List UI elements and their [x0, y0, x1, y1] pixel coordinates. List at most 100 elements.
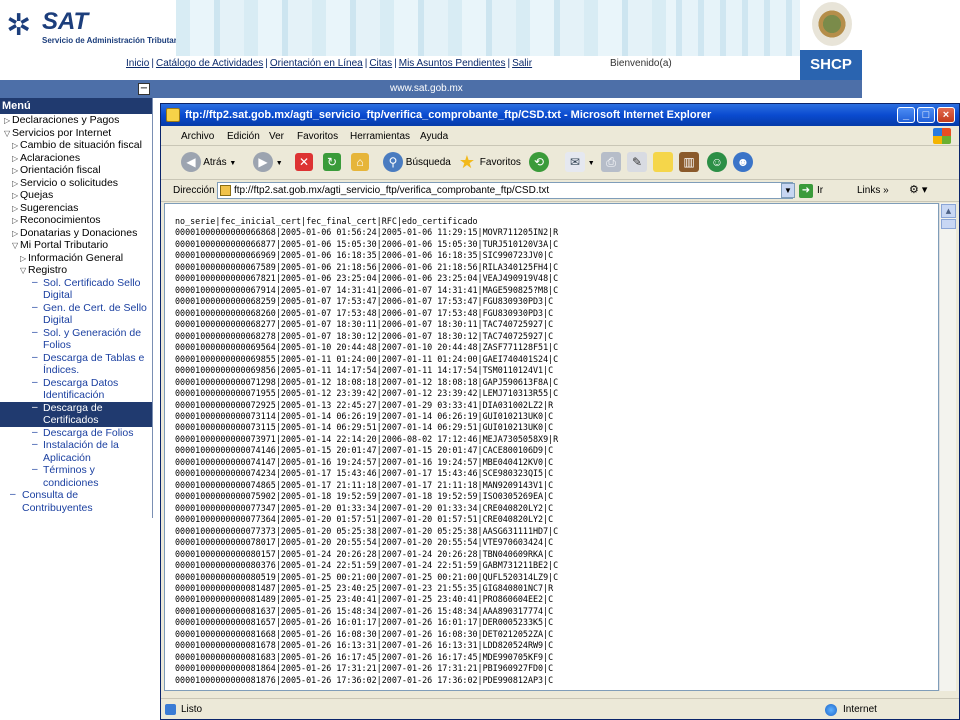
sidebar-item-label: Descarga de — [43, 401, 103, 414]
sidebar-item[interactable]: Folios — [0, 339, 152, 352]
sidebar-item[interactable]: Identificación — [0, 389, 152, 402]
people-button[interactable]: ☻ — [733, 152, 753, 174]
banner-decoration — [176, 0, 676, 56]
sidebar-item[interactable]: Aplicación — [0, 452, 152, 465]
sidebar-item[interactable]: ▷ Reconocimientos — [0, 214, 152, 227]
sidebar-item[interactable]: condiciones — [0, 477, 152, 490]
sidebar-item-label: Descarga de Tablas e — [43, 351, 145, 364]
refresh-button[interactable]: ↻ — [323, 152, 341, 174]
scroll-thumb[interactable] — [941, 219, 956, 229]
collapse-menu-button[interactable]: − — [138, 83, 150, 95]
sidebar-item[interactable]: Contribuyentes — [0, 502, 152, 515]
sidebar-item[interactable]: ▷ Sugerencias — [0, 202, 152, 215]
mexico-seal — [800, 0, 862, 50]
sidebar-item[interactable]: ▷ Declaraciones y Pagos — [0, 114, 152, 127]
nav-link[interactable]: Salir — [512, 58, 532, 69]
sidebar-item-label: Orientación fiscal — [20, 164, 101, 176]
research-button[interactable]: ▥ — [679, 152, 699, 174]
favorites-button[interactable]: ★ Favoritos — [457, 152, 521, 174]
nav-link[interactable]: Catálogo de Actividades — [156, 58, 263, 69]
stop-button[interactable]: ✕ — [295, 152, 313, 174]
discuss-button[interactable] — [653, 152, 673, 174]
status-page-icon — [165, 704, 176, 715]
sidebar-item[interactable]: ▷ Servicio o solicitudes — [0, 177, 152, 190]
sidebar-item-label: Términos y — [43, 464, 95, 476]
print-button[interactable]: ⎙ — [601, 152, 621, 174]
search-label: Búsqueda — [405, 157, 451, 168]
sat-logo-subtitle: Servicio de Administración Tributaria — [42, 36, 184, 45]
sidebar-item[interactable]: – Descarga de Tablas e — [0, 352, 152, 365]
ie-page-icon — [166, 108, 180, 122]
mail-button[interactable]: ✉ ▼ — [565, 152, 595, 174]
menu-ver[interactable]: Ver — [269, 131, 284, 142]
sidebar-item[interactable]: – Descarga Datos — [0, 377, 152, 390]
sidebar-item[interactable]: ▷ Orientación fiscal — [0, 164, 152, 177]
sat-logo[interactable]: ✲ SAT Servicio de Administración Tributa… — [4, 6, 184, 46]
menu-herramientas[interactable]: Herramientas — [350, 131, 410, 142]
scroll-up-icon[interactable]: ▲ — [941, 204, 956, 218]
forward-button[interactable]: ▶ ▼ — [253, 152, 283, 174]
back-button[interactable]: ◀ Atrás ▼ — [181, 152, 236, 174]
sidebar-item[interactable]: ▷ Quejas — [0, 189, 152, 202]
edit-button[interactable]: ✎ — [627, 152, 647, 174]
sidebar-item[interactable]: – Sol. y Generación de — [0, 327, 152, 340]
status-text: Listo — [181, 704, 203, 715]
sidebar-item[interactable]: – Gen. de Cert. de Sello — [0, 302, 152, 315]
sidebar-item-label: Información General — [28, 251, 124, 264]
messenger-button[interactable]: ☺ — [707, 152, 727, 174]
ie-tools-icon[interactable]: ⚙ ▾ — [909, 183, 927, 196]
sidebar-item[interactable]: Índices. — [0, 364, 152, 377]
sidebar-item[interactable]: – Consulta de — [0, 489, 152, 502]
search-button[interactable]: ⚲ Búsqueda — [383, 152, 451, 174]
close-button[interactable]: × — [937, 107, 955, 123]
sidebar-item[interactable]: ▷ Cambio de situación fiscal — [0, 139, 152, 152]
dash-icon: – — [32, 401, 38, 413]
nav-link[interactable]: Inicio — [126, 58, 149, 69]
nav-link[interactable]: Mis Asuntos Pendientes — [399, 58, 506, 69]
menu-edicion[interactable]: Edición — [227, 131, 260, 142]
csd-file-text: no_serie|fec_inicial_cert|fec_final_cert… — [175, 216, 559, 685]
address-value: ftp://ftp2.sat.gob.mx/agti_servicio_ftp/… — [234, 185, 550, 196]
sidebar-item[interactable]: ▷ Donatarias y Donaciones — [0, 227, 152, 240]
sidebar-item-label: Registro — [28, 264, 68, 276]
dash-icon: – — [32, 439, 38, 450]
sidebar-item[interactable]: Certificados — [0, 414, 152, 427]
go-button[interactable]: ➜ Ir — [799, 183, 823, 198]
sidebar-item[interactable]: – Descarga de — [0, 401, 152, 414]
history-button[interactable]: ⟲ — [529, 152, 549, 174]
nav-link[interactable]: Orientación en Línea — [270, 58, 363, 69]
sidebar-item-label: Servicio o solicitudes — [20, 176, 119, 189]
sidebar-item[interactable]: ▷ Información General — [0, 252, 152, 265]
sidebar-menu: Menú ▷ Declaraciones y Pagos ▽ Servicios po… — [0, 98, 153, 518]
menu-archivo[interactable]: Archivo — [181, 131, 214, 142]
sidebar-item-label: Identificación — [43, 389, 105, 401]
sidebar-item[interactable]: ▷ Aclaraciones — [0, 152, 152, 165]
ie-title-bar[interactable]: ftp://ftp2.sat.gob.mx/agti_servicio_ftp/… — [161, 104, 959, 126]
sidebar-item[interactable]: ▽ Mi Portal Tributario — [0, 239, 152, 252]
sidebar-item[interactable]: Digital — [0, 314, 152, 327]
sidebar-item-label: Sugerencias — [20, 201, 79, 214]
menu-ayuda[interactable]: Ayuda — [420, 131, 448, 142]
sidebar-item[interactable]: – Sol. Certificado Sello — [0, 277, 152, 290]
nav-link[interactable]: Citas — [369, 58, 392, 69]
shcp-badge[interactable]: SHCP — [800, 50, 862, 80]
vertical-scrollbar[interactable]: ▲ — [939, 203, 956, 691]
sidebar-item[interactable]: ▽ Registro — [0, 264, 152, 277]
dash-icon: – — [32, 326, 38, 338]
sidebar-item[interactable]: – Términos y — [0, 464, 152, 477]
sidebar-item-label: Quejas — [20, 189, 54, 201]
address-dropdown-icon[interactable]: ▼ — [781, 183, 795, 198]
status-bar: Listo Internet — [161, 698, 959, 719]
sidebar-item[interactable]: – Descarga de Folios — [0, 427, 152, 440]
minimize-button[interactable]: _ — [897, 107, 915, 123]
address-input[interactable]: ftp://ftp2.sat.gob.mx/agti_servicio_ftp/… — [217, 182, 793, 199]
page-content[interactable]: no_serie|fec_inicial_cert|fec_final_cert… — [164, 203, 939, 691]
sidebar-item[interactable]: – Instalación de la — [0, 439, 152, 452]
sidebar-item-label: Aclaraciones — [20, 151, 81, 164]
sidebar-item[interactable]: Digital — [0, 289, 152, 302]
menu-favoritos[interactable]: Favoritos — [297, 131, 338, 142]
maximize-button[interactable]: □ — [917, 107, 935, 123]
home-button[interactable]: ⌂ — [351, 152, 369, 174]
links-button[interactable]: Links » — [857, 185, 889, 196]
sidebar-item[interactable]: ▽ Servicios por Internet — [0, 127, 152, 140]
